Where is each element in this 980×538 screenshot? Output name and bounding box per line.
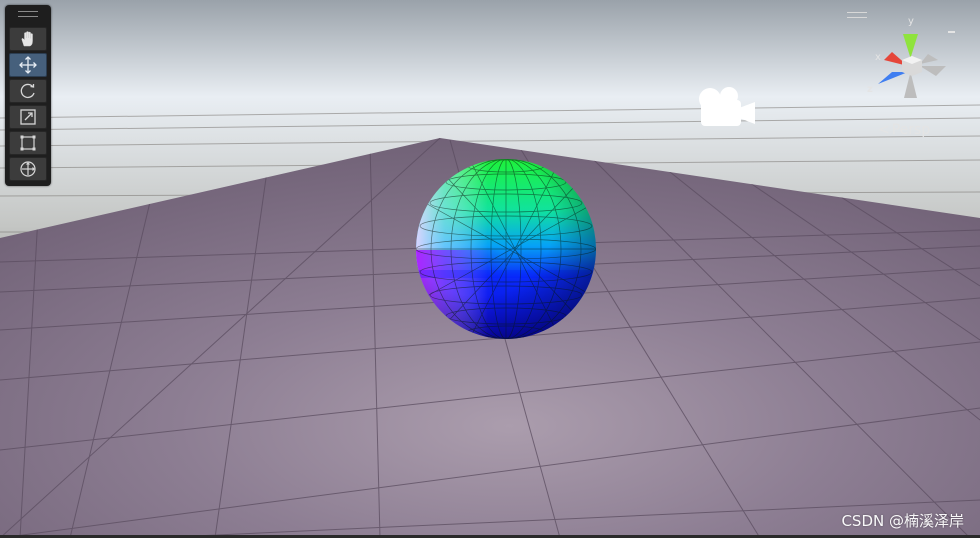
rect-tool-button[interactable] bbox=[9, 131, 47, 155]
hand-icon bbox=[21, 31, 33, 47]
y-axis-cone[interactable] bbox=[903, 34, 918, 58]
neg-y-axis-cone[interactable] bbox=[904, 72, 917, 98]
move-icon bbox=[19, 56, 37, 74]
neg-z-axis-cone[interactable] bbox=[920, 54, 938, 64]
palette-grip[interactable] bbox=[18, 11, 38, 17]
rect-transform-icon bbox=[20, 135, 36, 151]
camera-icon[interactable] bbox=[693, 82, 759, 130]
gizmo-x-label: x bbox=[875, 52, 881, 63]
gizmo-y-label: y bbox=[908, 16, 914, 27]
projection-toggle[interactable]: < Persp bbox=[878, 121, 930, 139]
neg-x-axis-cone[interactable] bbox=[920, 66, 946, 76]
rotate-icon bbox=[20, 83, 35, 99]
tool-palette bbox=[5, 5, 51, 186]
hand-tool-button[interactable] bbox=[9, 27, 47, 51]
rotate-tool-button[interactable] bbox=[9, 79, 47, 103]
projection-label: Persp bbox=[891, 122, 931, 138]
scale-icon bbox=[20, 109, 36, 125]
move-tool-button[interactable] bbox=[9, 53, 47, 77]
chevron-left-icon: < bbox=[878, 122, 890, 138]
watermark: CSDN @楠溪泽岸 bbox=[841, 512, 964, 530]
gizmo-z-label: z bbox=[867, 84, 873, 95]
scene-canvas[interactable] bbox=[0, 0, 980, 538]
transform-icon bbox=[20, 161, 36, 177]
orientation-gizmo[interactable]: y x z bbox=[862, 14, 962, 110]
transform-tool-button[interactable] bbox=[9, 157, 47, 181]
z-axis-cone[interactable] bbox=[878, 72, 908, 84]
scene-view[interactable]: y x z < Persp CSDN @楠溪泽岸 bbox=[0, 0, 980, 538]
scale-tool-button[interactable] bbox=[9, 105, 47, 129]
